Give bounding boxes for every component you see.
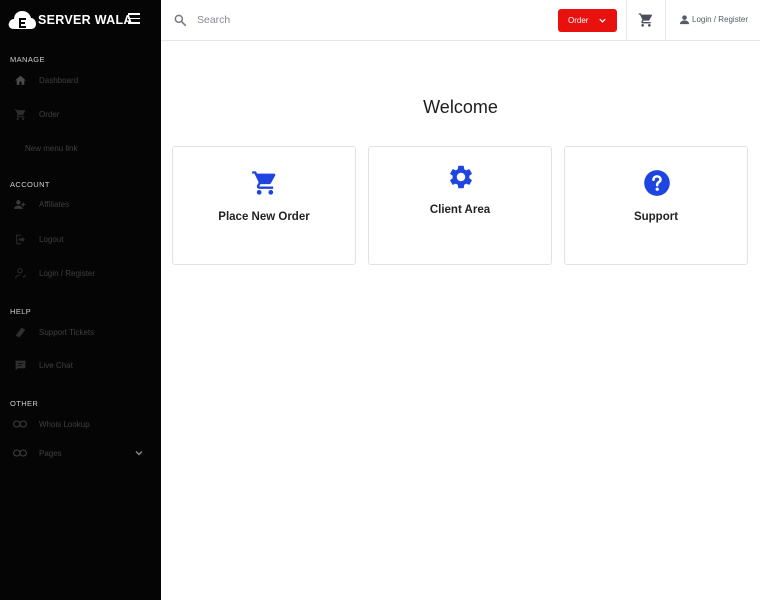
section-label-manage: MANAGE: [10, 55, 45, 64]
chat-icon: [13, 358, 27, 372]
order-button-label: Order: [568, 16, 589, 25]
sidebar-item-support-tickets[interactable]: Support Tickets: [0, 320, 161, 344]
card-title: Place New Order: [218, 211, 310, 223]
gear-icon: [450, 165, 472, 189]
sidebar-item-logout[interactable]: Logout: [0, 227, 161, 251]
brand-name: SERVER WALA: [38, 13, 133, 27]
brand[interactable]: SERVER WALA: [8, 8, 133, 32]
login-register-label: Login / Register: [692, 15, 749, 24]
sidebar-item-label: New menu link: [25, 143, 78, 153]
sidebar-item-live-chat[interactable]: Live Chat: [0, 353, 161, 377]
topbar-divider: [626, 0, 627, 41]
cart-icon: [252, 171, 276, 195]
topbar-divider: [665, 0, 666, 41]
user-icon: [679, 15, 690, 25]
sidebar-item-label: Order: [39, 109, 60, 119]
user-icon: [13, 266, 27, 280]
sidebar-item-label: Affiliates: [39, 199, 70, 209]
cart-icon[interactable]: [638, 12, 654, 28]
place-new-order-card[interactable]: Place New Order: [172, 146, 356, 265]
support-card[interactable]: Support: [564, 146, 748, 265]
sidebar-item-whois-lookup[interactable]: Whois Lookup: [0, 412, 161, 436]
sidebar-item-label: Whois Lookup: [39, 419, 90, 429]
sidebar-item-affiliates[interactable]: Affiliates: [0, 192, 161, 216]
link-icon: [13, 446, 27, 460]
sidebar-item-order[interactable]: Order: [0, 102, 161, 126]
card-title: Client Area: [429, 204, 491, 216]
sidebar-item-label: Dashboard: [39, 75, 79, 85]
sidebar-item-new-menu-link[interactable]: New menu link: [0, 136, 161, 160]
cloud-logo-icon: [8, 11, 36, 29]
order-dropdown-button[interactable]: Order: [558, 9, 617, 32]
client-area-card[interactable]: Client Area: [368, 146, 552, 265]
sidebar-item-label: Login / Register: [39, 268, 96, 278]
hamburger-menu-icon[interactable]: [128, 13, 142, 25]
section-label-other: OTHER: [10, 399, 39, 408]
link-icon: [13, 417, 27, 431]
sidebar-item-label: Live Chat: [39, 360, 73, 370]
sidebar-item-label: Support Tickets: [39, 327, 95, 337]
page-title: Welcome: [423, 97, 498, 117]
people-icon: [13, 197, 27, 211]
home-icon: [13, 73, 27, 87]
sidebar-item-label: Pages: [39, 448, 62, 458]
topbar: Order Login / Register: [161, 0, 760, 41]
ticket-icon: [13, 325, 27, 339]
chevron-down-icon: [599, 18, 606, 23]
chevron-down-icon: [135, 451, 143, 456]
sidebar-item-dashboard[interactable]: Dashboard: [0, 68, 161, 92]
card-title: Support: [633, 211, 679, 223]
section-label-help: HELP: [10, 307, 32, 316]
search-input[interactable]: [197, 10, 497, 30]
sidebar-item-login-register[interactable]: Login / Register: [0, 261, 161, 285]
question-icon: [644, 170, 670, 196]
search-icon[interactable]: [173, 13, 187, 27]
login-register-link[interactable]: Login / Register: [679, 14, 748, 25]
sidebar: SERVER WALA MANAGE Dashboard Order New m…: [0, 0, 161, 600]
sidebar-item-label: Logout: [39, 234, 64, 244]
section-label-account: ACCOUNT: [10, 180, 50, 189]
logout-icon: [13, 232, 27, 246]
sidebar-item-pages[interactable]: Pages: [0, 441, 161, 465]
cart-icon: [13, 107, 27, 121]
